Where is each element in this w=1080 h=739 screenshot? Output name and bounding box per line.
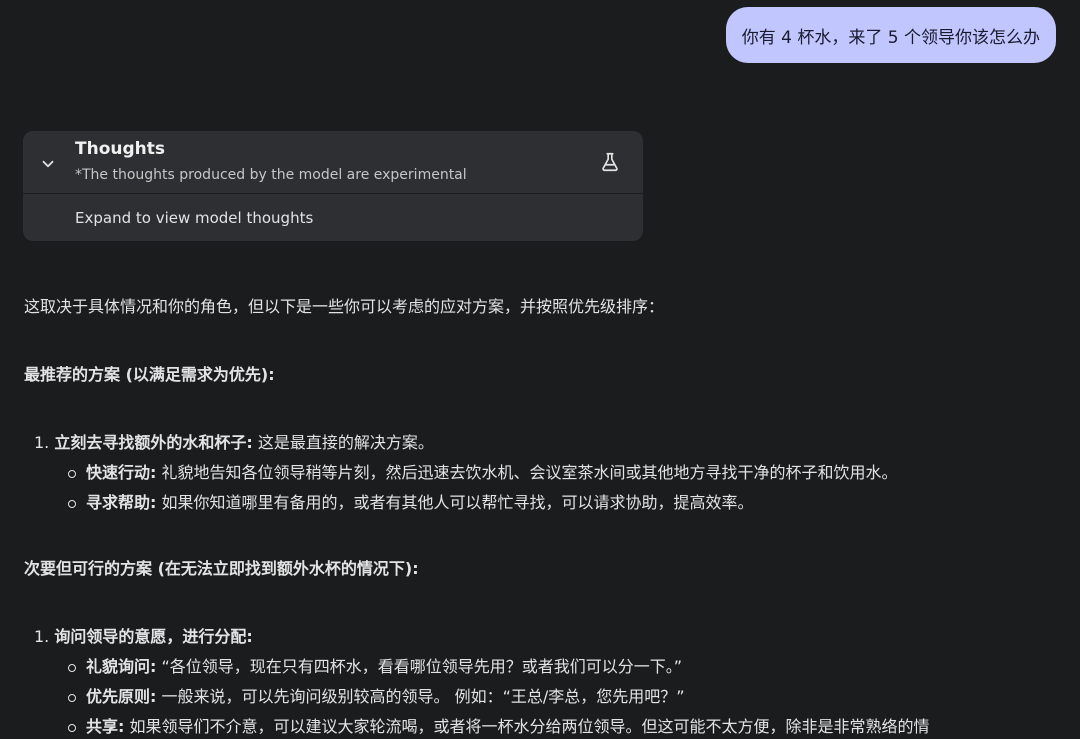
user-message-text: 你有 4 杯水，来了 5 个领导你该怎么办 (741, 27, 1040, 48)
expand-thoughts-link[interactable]: Expand to view model thoughts (75, 209, 313, 227)
section-heading-recommended: 最推荐的方案 (以满足需求为优先): (24, 365, 275, 384)
sub-list-item: 礼貌询问: “各位领导，现在只有四杯水，看看哪位领导先用？或者我们可以分一下。” (68, 652, 1064, 682)
sub-item-title: 礼貌询问: (86, 657, 157, 676)
section-heading-secondary: 次要但可行的方案 (在无法立即找到额外水杯的情况下): (24, 559, 419, 578)
sub-item-text: 如果领导们不介意，可以建议大家轮流喝，或者将一杯水分给两位领导。但这可能不太方便… (124, 717, 930, 736)
thoughts-header[interactable]: Thoughts *The thoughts produced by the m… (23, 131, 643, 194)
thoughts-subtitle: *The thoughts produced by the model are … (75, 167, 467, 183)
sub-list-item: 共享: 如果领导们不介意，可以建议大家轮流喝，或者将一杯水分给两位领导。但这可能… (68, 712, 1064, 739)
sub-item-text: 一般来说，可以先询问级别较高的领导。 例如：“王总/李总，您先用吧？” (156, 687, 685, 706)
sub-item-title: 优先原则: (86, 687, 157, 706)
chat-page: 你有 4 杯水，来了 5 个领导你该怎么办 Thoughts *The thou… (0, 0, 1080, 739)
sub-item-title: 寻求帮助: (86, 493, 157, 512)
list-number: 1. (34, 627, 50, 646)
sub-list: 快速行动: 礼貌地告知各位领导稍等片刻，然后迅速去饮水机、会议室茶水间或其他地方… (24, 458, 1064, 518)
list-item: 1. 询问领导的意愿，进行分配: (24, 622, 1064, 652)
sub-list-item: 快速行动: 礼貌地告知各位领导稍等片刻，然后迅速去饮水机、会议室茶水间或其他地方… (68, 458, 1064, 488)
list-item-text: 这是最直接的解决方案。 (252, 433, 434, 452)
flask-icon (602, 152, 618, 172)
sub-list-item: 优先原则: 一般来说，可以先询问级别较高的领导。 例如：“王总/李总，您先用吧？… (68, 682, 1064, 712)
list-item-title: 询问领导的意愿，进行分配: (54, 627, 253, 646)
sub-list: 礼貌询问: “各位领导，现在只有四杯水，看看哪位领导先用？或者我们可以分一下。”… (24, 652, 1064, 739)
sub-item-title: 共享: (86, 717, 125, 736)
thoughts-title: Thoughts (75, 139, 165, 159)
chevron-down-icon[interactable] (39, 155, 57, 173)
sub-list-item: 寻求帮助: 如果你知道哪里有备用的，或者有其他人可以帮忙寻找，可以请求协助，提高… (68, 488, 1064, 518)
user-message-bubble: 你有 4 杯水，来了 5 个领导你该怎么办 (725, 7, 1056, 63)
sub-item-text: 礼貌地告知各位领导稍等片刻，然后迅速去饮水机、会议室茶水间或其他地方寻找干净的杯… (156, 463, 898, 482)
sub-item-text: 如果你知道哪里有备用的，或者有其他人可以帮忙寻找，可以请求协助，提高效率。 (156, 493, 754, 512)
list-item: 1. 立刻去寻找额外的水和杯子: 这是最直接的解决方案。 (24, 428, 1064, 458)
response-body: 这取决于具体情况和你的角色，但以下是一些你可以考虑的应对方案，并按照优先级排序：… (24, 292, 1064, 739)
list-item-title: 立刻去寻找额外的水和杯子: (54, 433, 253, 452)
response-intro: 这取决于具体情况和你的角色，但以下是一些你可以考虑的应对方案，并按照优先级排序： (24, 297, 665, 316)
sub-item-title: 快速行动: (86, 463, 157, 482)
sub-item-text: “各位领导，现在只有四杯水，看看哪位领导先用？或者我们可以分一下。” (156, 657, 683, 676)
thoughts-panel[interactable]: Thoughts *The thoughts produced by the m… (23, 131, 643, 241)
list-number: 1. (34, 433, 50, 452)
